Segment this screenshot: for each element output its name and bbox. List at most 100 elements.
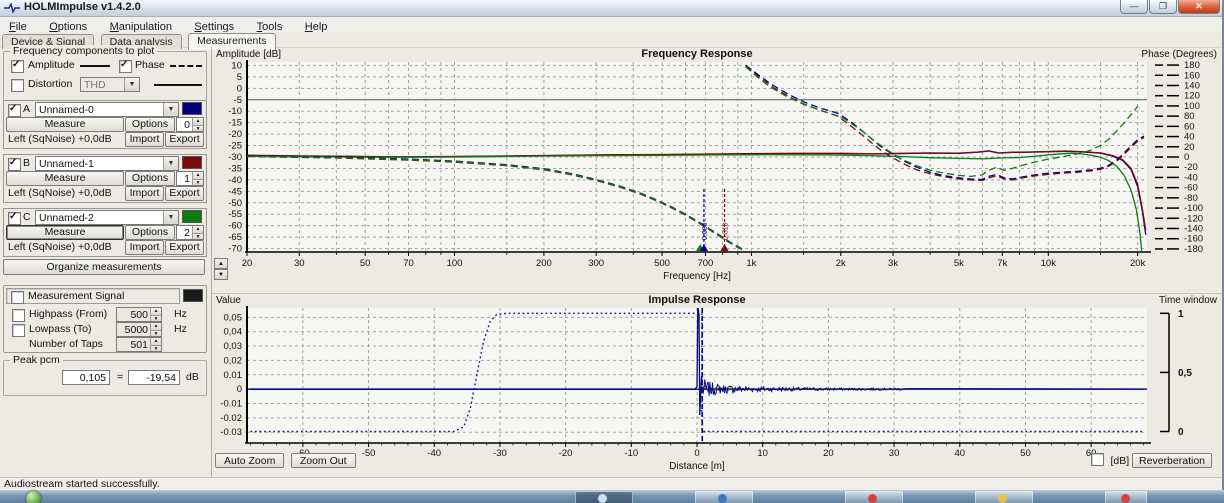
svg-text:-70: -70 [228,244,242,255]
slot-a-export-button[interactable]: Export [165,132,204,147]
distortion-line-sample [154,84,202,86]
status-text: Audiostream started successfully. [4,478,160,490]
slot-a-gain-label: Left (SqNoise) +0,0dB [8,133,112,145]
distortion-label: Distortion [28,78,72,90]
phase-checkbox[interactable] [119,60,132,73]
spin-down-icon[interactable]: ▼ [150,315,161,322]
taps-label: Number of Taps [29,338,103,350]
taskbar-icon[interactable] [575,491,633,503]
close-button[interactable]: ✕ [1178,0,1220,14]
start-orb-icon[interactable] [26,491,41,503]
phase-label: Phase [135,59,165,71]
taskbar-icon[interactable] [845,491,903,503]
svg-text:Distance [m]: Distance [m] [669,461,725,472]
window-title: HOLMImpulse v1.4.2.0 [24,1,141,13]
organize-measurements-button[interactable]: Organize measurements [3,259,205,275]
slot-c-export-button[interactable]: Export [165,240,204,255]
spin-down-icon[interactable]: ▼ [192,233,203,240]
spin-down-icon[interactable]: ▼ [150,330,161,337]
highpass-spinner[interactable]: 500 ▲▼ [116,307,162,322]
scale-down-icon[interactable]: ▼ [214,269,228,280]
impulse-response-plot[interactable]: 0,050,040,030,020,010-0.01-0.02-0.03-60-… [212,294,1224,478]
slot-a-options-button[interactable]: Options [125,117,175,132]
frequency-response-plot[interactable]: 1050-5-10-15-20-25-30-35-40-45-50-55-60-… [212,47,1224,293]
measurement-signal-checkbox[interactable] [11,291,24,304]
restore-button[interactable]: ❐ [1149,0,1177,14]
slot-b-options-button[interactable]: Options [125,171,175,186]
svg-text:20: 20 [823,448,834,459]
slot-b-checkbox[interactable] [8,158,21,171]
slot-a-channel-value: 0 [184,119,190,131]
slot-c-measure-button[interactable]: Measure [6,225,124,240]
taskbar[interactable] [0,490,1224,503]
measurement-slot-c: C Unnamed-2 ▼ Measure Options 2 ▲▼ Left … [3,208,207,257]
slot-a-name: Unnamed-0 [39,104,94,116]
svg-text:-0.01: -0.01 [220,399,242,410]
taskbar-icon[interactable] [695,491,753,503]
slot-c-checkbox[interactable] [8,212,21,225]
amplitude-scale-spinner: ▲ ▼ [214,258,228,280]
slot-a-channel-spinner[interactable]: 0 ▲▼ [176,117,204,132]
svg-text:0,01: 0,01 [224,370,243,381]
slot-a-checkbox[interactable] [8,104,21,117]
svg-text:30: 30 [889,448,900,459]
slot-b-export-button[interactable]: Export [165,186,204,201]
svg-text:Phase (Degrees): Phase (Degrees) [1141,49,1217,60]
distortion-checkbox[interactable] [11,79,24,92]
svg-text:20k: 20k [1130,258,1146,269]
lowpass-checkbox[interactable] [12,324,25,337]
svg-text:0,04: 0,04 [224,327,243,338]
slot-c-color-swatch[interactable] [182,210,202,223]
spin-down-icon[interactable]: ▼ [150,345,161,352]
status-bar: Audiostream started successfully. [0,477,1224,491]
distortion-type-select[interactable]: THD ▼ [80,77,140,92]
taps-value: 501 [130,339,148,351]
title-bar[interactable]: HOLMImpulse v1.4.2.0 — ❐ ✕ [0,0,1224,17]
svg-text:-40: -40 [427,448,441,459]
zoom-out-button[interactable]: Zoom Out [291,453,356,468]
slot-c-name-select[interactable]: Unnamed-2 ▼ [35,210,179,225]
svg-text:50: 50 [360,258,371,269]
svg-text:700: 700 [697,258,713,269]
db-checkbox[interactable] [1091,453,1104,466]
spin-down-icon[interactable]: ▼ [192,125,203,132]
amplitude-checkbox[interactable] [11,60,24,73]
auto-zoom-button[interactable]: Auto Zoom [215,453,284,468]
svg-text:1: 1 [1178,309,1184,320]
slot-c-import-button[interactable]: Import [125,240,164,255]
slot-b-color-swatch[interactable] [182,156,202,169]
slot-b-name-select[interactable]: Unnamed-1 ▼ [35,156,179,171]
svg-text:-180: -180 [1184,244,1203,255]
slot-b-measure-button[interactable]: Measure [6,171,124,186]
slot-a-letter: A [23,103,30,115]
highpass-checkbox[interactable] [12,309,25,322]
slot-b-import-button[interactable]: Import [125,186,164,201]
svg-text:3k: 3k [888,258,898,269]
slot-c-channel-spinner[interactable]: 2 ▲▼ [176,225,204,240]
slot-a-name-select[interactable]: Unnamed-0 ▼ [35,102,179,117]
svg-text:-55: -55 [228,209,242,220]
minimize-button[interactable]: — [1120,0,1148,14]
slot-c-options-button[interactable]: Options [125,225,175,240]
slot-a-import-button[interactable]: Import [125,132,164,147]
taskbar-icon[interactable] [1105,491,1147,503]
taskbar-icon[interactable] [975,491,1033,503]
signal-color-swatch[interactable] [183,289,203,302]
slot-b-letter: B [23,157,30,169]
slot-a-color-swatch[interactable] [182,102,202,115]
spin-down-icon[interactable]: ▼ [192,179,203,186]
svg-text:300: 300 [588,258,604,269]
svg-text:Amplitude [dB]: Amplitude [dB] [216,49,281,60]
lowpass-spinner[interactable]: 5000 ▲▼ [116,322,162,337]
svg-text:-15: -15 [228,118,242,129]
freq-components-legend: Frequency components to plot [10,45,157,57]
taps-spinner[interactable]: 501 ▲▼ [116,337,162,352]
svg-text:2k: 2k [836,258,846,269]
reverberation-button[interactable]: Reverberation [1132,453,1212,468]
scale-up-icon[interactable]: ▲ [214,258,228,269]
highpass-unit: Hz [174,308,187,320]
slot-b-channel-spinner[interactable]: 1 ▲▼ [176,171,204,186]
svg-text:30: 30 [294,258,305,269]
measurement-slot-b: B Unnamed-1 ▼ Measure Options 1 ▲▼ Left … [3,154,207,203]
slot-a-measure-button[interactable]: Measure [6,117,124,132]
